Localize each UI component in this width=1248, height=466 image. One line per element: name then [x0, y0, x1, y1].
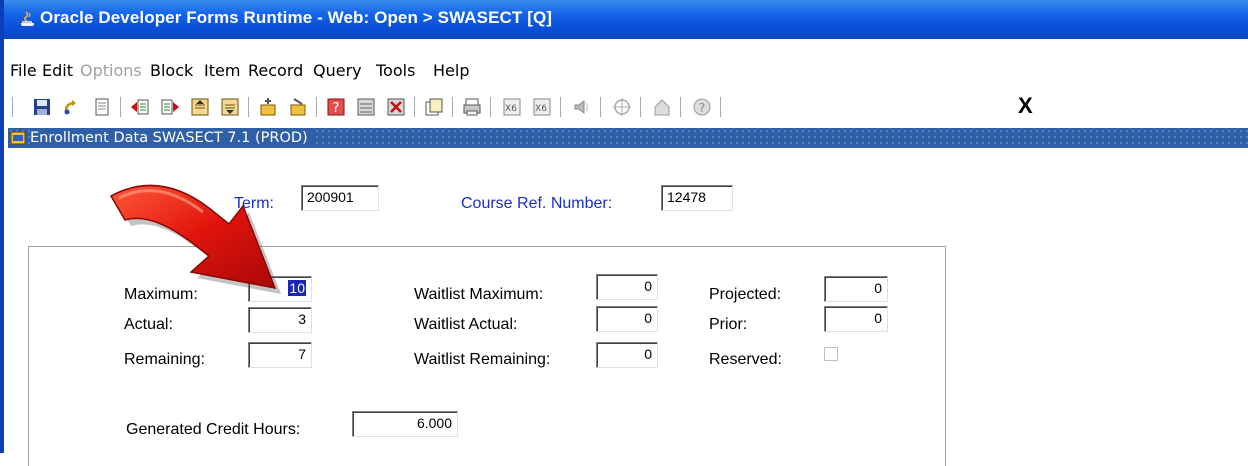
- prior-field[interactable]: 0: [824, 306, 888, 332]
- form-title-bar: Enrollment Data SWASECT 7.1 (PROD): [8, 128, 1248, 148]
- print-icon[interactable]: [462, 97, 482, 117]
- remaining-field[interactable]: 7: [248, 342, 312, 368]
- clear-field-icon[interactable]: X6: [502, 97, 522, 117]
- exit-button[interactable]: X: [1018, 93, 1033, 119]
- enter-query-icon[interactable]: [258, 97, 278, 117]
- prior-label: Prior:: [709, 316, 748, 333]
- reserved-label: Reserved:: [709, 351, 782, 368]
- menu-item[interactable]: Item: [204, 61, 240, 80]
- projected-label: Projected:: [709, 286, 782, 303]
- menu-edit[interactable]: Edit: [42, 61, 73, 80]
- navigation-icon[interactable]: [612, 97, 632, 117]
- waitlist-actual-label: Waitlist Actual:: [414, 316, 518, 333]
- toolbar-separator: [720, 97, 724, 117]
- actual-field[interactable]: 3: [248, 307, 312, 333]
- form-icon: [10, 131, 26, 145]
- red-arrow-annotation: [109, 184, 281, 294]
- remove-record-icon[interactable]: [386, 97, 406, 117]
- clear-form-icon[interactable]: X6: [532, 97, 552, 117]
- waitlist-maximum-field[interactable]: 0: [596, 274, 658, 300]
- toolbar-separator: [12, 97, 16, 117]
- toolbar-separator: [316, 97, 320, 117]
- menu-tools[interactable]: Tools: [376, 61, 415, 80]
- toolbar-separator: [452, 97, 456, 117]
- previous-block-icon[interactable]: [130, 97, 150, 117]
- svg-text:X6: X6: [505, 104, 517, 114]
- oracle-forms-window: Oracle Developer Forms Runtime - Web: Op…: [0, 0, 1248, 466]
- java-icon: [21, 11, 34, 26]
- credit-hours-label: Generated Credit Hours:: [126, 421, 301, 438]
- next-record-icon[interactable]: [220, 97, 240, 117]
- svg-text:X6: X6: [535, 104, 547, 114]
- actual-label: Actual:: [124, 316, 173, 333]
- menu-options[interactable]: Options: [80, 61, 142, 80]
- clear-record-icon[interactable]: [424, 97, 444, 117]
- waitlist-remaining-field[interactable]: 0: [596, 342, 658, 368]
- waitlist-actual-field[interactable]: 0: [596, 306, 658, 332]
- toolbar-separator: [560, 97, 564, 117]
- toolbar-separator: [414, 97, 418, 117]
- toolbar-separator: [490, 97, 494, 117]
- svg-text:?: ?: [699, 101, 705, 115]
- form-title: Enrollment Data SWASECT 7.1 (PROD): [30, 128, 314, 148]
- save-icon[interactable]: [32, 97, 52, 117]
- insert-record-icon[interactable]: [356, 97, 376, 117]
- cancel-query-icon[interactable]: ?: [326, 97, 346, 117]
- crn-label: Course Ref. Number:: [461, 195, 613, 212]
- svg-text:?: ?: [333, 101, 340, 116]
- remaining-label: Remaining:: [124, 351, 205, 368]
- toolbar-separator: [248, 97, 252, 117]
- term-field[interactable]: 200901: [301, 185, 379, 211]
- list-of-values-icon[interactable]: [572, 97, 592, 117]
- rollback-icon[interactable]: [62, 97, 82, 117]
- next-block-icon[interactable]: [160, 97, 180, 117]
- projected-field[interactable]: 0: [824, 276, 888, 302]
- toolbar-separator: [120, 97, 124, 117]
- menu-file[interactable]: File: [10, 61, 37, 80]
- menu-query[interactable]: Query: [313, 61, 362, 80]
- crn-field[interactable]: 12478: [661, 185, 733, 211]
- title-bar[interactable]: Oracle Developer Forms Runtime - Web: Op…: [4, 0, 1248, 39]
- toolbar-separator: [600, 97, 604, 117]
- help-icon[interactable]: ?: [692, 97, 712, 117]
- menu-help[interactable]: Help: [433, 61, 469, 80]
- menu-record[interactable]: Record: [248, 61, 303, 80]
- previous-record-icon[interactable]: [190, 97, 210, 117]
- credit-hours-field[interactable]: 6.000: [352, 411, 458, 437]
- reserved-checkbox[interactable]: [824, 347, 838, 361]
- execute-query-icon[interactable]: [288, 97, 308, 117]
- menu-bar: File Edit Options Block Item Record Quer…: [8, 57, 1248, 87]
- print-form-icon[interactable]: [92, 97, 112, 117]
- toolbar-separator: [640, 97, 644, 117]
- menu-block[interactable]: Block: [150, 61, 193, 80]
- toolbar-separator: [680, 97, 684, 117]
- window-title: Oracle Developer Forms Runtime - Web: Op…: [40, 8, 553, 27]
- bookmark-icon[interactable]: [652, 97, 672, 117]
- waitlist-remaining-label: Waitlist Remaining:: [414, 351, 551, 368]
- toolbar: ? X6 X6 ? X: [8, 89, 1248, 125]
- waitlist-maximum-label: Waitlist Maximum:: [414, 286, 544, 303]
